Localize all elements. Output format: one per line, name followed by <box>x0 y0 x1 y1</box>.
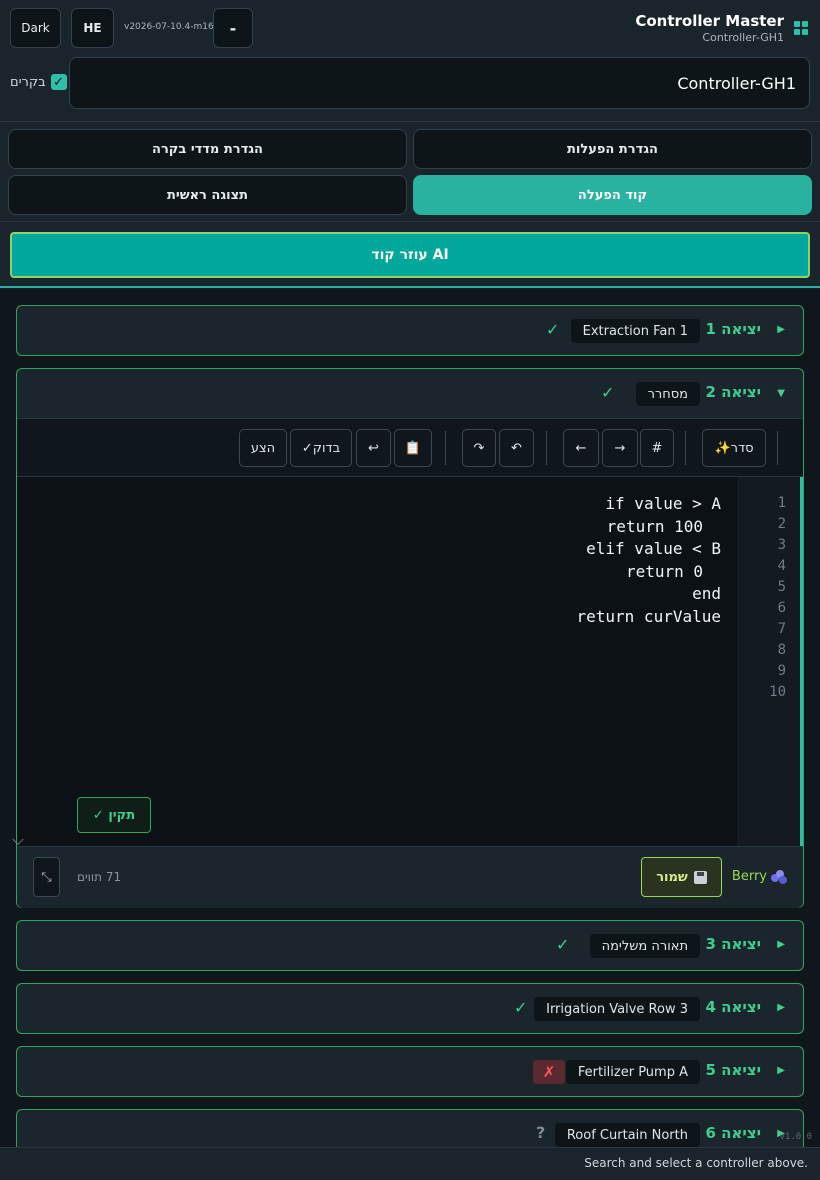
ai-section: עוזר קוד AI <box>0 222 820 288</box>
app-title: Controller Master <box>635 12 784 30</box>
version-tag: v1.0.0 <box>779 1132 812 1142</box>
ai-code-assistant-button[interactable]: עוזר קוד AI <box>10 232 810 278</box>
code-editor[interactable]: 1 2 3 4 5 6 7 8 9 10 if value > A return… <box>12 477 803 846</box>
code-line: if value > A <box>605 494 721 513</box>
output-name-badge: Fertilizer Pump A <box>565 1060 700 1084</box>
line-number: 2 <box>777 516 786 532</box>
status-bar: Search and select a controller above. <box>0 1147 820 1180</box>
language-label: Berry <box>731 869 767 884</box>
version-label: v2026-07-10.4-m16 <box>124 22 214 32</box>
outputs-list: ▶ יציאה 1 Extraction Fan 1 ✓ ▼ יציאה 2 מ… <box>0 290 820 1147</box>
editor-footer: Berry שמור 71 תווים ⤡ <box>17 846 803 908</box>
code-line: elif value < B <box>586 539 721 558</box>
title-block: Controller Master Controller-GH1 <box>635 12 784 44</box>
resize-handle-icon[interactable] <box>12 833 24 845</box>
line-number: 4 <box>777 558 786 574</box>
code-line: return 100 <box>606 517 703 536</box>
line-number-gutter: 1 2 3 4 5 6 7 8 9 10 <box>737 477 803 846</box>
outdent-button[interactable]: ← <box>563 429 599 467</box>
output-title: יציאה 4 <box>705 998 761 1016</box>
indent-button[interactable]: → <box>602 429 638 467</box>
tab-main-display[interactable]: תצוגה ראשית <box>8 175 407 215</box>
line-number: 3 <box>777 537 786 553</box>
redo-button[interactable]: ↷ <box>462 429 496 467</box>
code-valid-button[interactable]: ✓ תקין <box>77 797 151 833</box>
editor-toolbar: ✨סדר # → ← ↶ ↷ 📋 ↩ ✓בדוק הצע <box>17 418 803 477</box>
output-card-4[interactable]: ▶ יציאה 4 Irrigation Valve Row 3 ✓ <box>16 983 804 1034</box>
controller-search-input[interactable] <box>69 57 810 109</box>
collapsed-arrow-icon: ▶ <box>777 1065 785 1076</box>
app-header: Dark HE v2026-07-10.4-m16 - Controller M… <box>0 0 820 122</box>
tab-control-metrics[interactable]: הגדרת מדדי בקרה <box>8 129 407 169</box>
output-name-badge: מסחרר <box>635 382 700 406</box>
status-unknown-icon: ? <box>536 1123 546 1142</box>
char-count: 71 תווים <box>77 870 122 884</box>
output-header[interactable]: ▼ יציאה 2 מסחרר ✓ <box>17 369 803 418</box>
code-line: return curValue <box>576 607 722 626</box>
berry-icon <box>771 869 787 884</box>
output-header[interactable]: ▶ יציאה 3 תאורה משלימה ✓ <box>17 921 803 970</box>
output-title: יציאה 6 <box>705 1124 761 1142</box>
save-label: שמור <box>656 869 688 885</box>
collapsed-arrow-icon: ▶ <box>777 324 785 335</box>
output-card-2: ▼ יציאה 2 מסחרר ✓ ✨סדר # → ← ↶ ↷ 📋 ↩ ✓בד… <box>12 368 804 908</box>
output-header[interactable]: ▶ יציאה 4 Irrigation Valve Row 3 ✓ <box>17 984 803 1033</box>
app-subtitle: Controller-GH1 <box>702 31 784 44</box>
output-card-5[interactable]: ▶ יציאה 5 Fertilizer Pump A ✗ <box>16 1046 804 1097</box>
code-line: end <box>692 584 721 603</box>
main-nav: הגדרת הפעלות הגדרת מדדי בקרה קוד הפעלה ת… <box>0 122 820 222</box>
line-number: 6 <box>777 600 786 616</box>
line-number: 1 <box>777 495 786 511</box>
output-name-badge: Roof Curtain North <box>554 1123 700 1147</box>
code-line: return 0 <box>625 562 703 581</box>
status-ok-icon: ✓ <box>514 998 528 1017</box>
suggest-button[interactable]: הצע <box>239 429 287 467</box>
status-error-icon: ✗ <box>533 1060 565 1084</box>
check-button[interactable]: ✓בדוק <box>290 429 352 467</box>
tab-activation-code[interactable]: קוד הפעלה <box>413 175 812 215</box>
line-number: 8 <box>777 642 786 658</box>
controllers-checkbox[interactable]: ✓ <box>50 74 67 90</box>
status-ok-icon: ✓ <box>556 935 570 954</box>
line-number: 9 <box>777 663 786 679</box>
undo-button[interactable]: ↶ <box>499 429 534 467</box>
language-button[interactable]: HE <box>71 8 114 48</box>
collapsed-arrow-icon: ▶ <box>777 1002 785 1013</box>
output-card-3[interactable]: ▶ יציאה 3 תאורה משלימה ✓ <box>16 920 804 971</box>
line-number: 10 <box>769 684 786 700</box>
save-button[interactable]: שמור <box>641 857 722 897</box>
output-name-badge: Irrigation Valve Row 3 <box>534 997 700 1021</box>
comment-button[interactable]: # <box>640 429 674 467</box>
output-title: יציאה 1 <box>705 320 761 338</box>
output-card-6[interactable]: ▶ יציאה 6 Roof Curtain North ? <box>16 1109 804 1147</box>
wrap-button[interactable]: ↩ <box>356 429 391 467</box>
output-name-badge: תאורה משלימה <box>589 934 700 958</box>
minimize-button[interactable]: - <box>213 8 253 48</box>
line-number: 7 <box>777 621 786 637</box>
tab-activation-settings[interactable]: הגדרת הפעלות <box>413 129 812 169</box>
status-ok-icon: ✓ <box>546 320 560 339</box>
language-indicator: Berry <box>732 869 787 884</box>
theme-toggle-button[interactable]: Dark <box>10 8 61 48</box>
output-header[interactable]: ▶ יציאה 1 Extraction Fan 1 ✓ <box>17 306 803 355</box>
collapsed-arrow-icon: ▶ <box>777 939 785 950</box>
output-title: יציאה 5 <box>705 1061 761 1079</box>
expand-editor-button[interactable]: ⤡ <box>33 857 60 897</box>
paste-button[interactable]: 📋 <box>394 429 432 467</box>
controllers-checkbox-label: בקרים <box>10 74 46 90</box>
status-message: Search and select a controller above. <box>584 1156 808 1170</box>
output-name-badge: Extraction Fan 1 <box>570 319 700 343</box>
output-header[interactable]: ▶ יציאה 5 Fertilizer Pump A ✗ <box>17 1047 803 1096</box>
status-ok-icon: ✓ <box>601 383 615 402</box>
expanded-arrow-icon: ▼ <box>777 388 785 399</box>
output-card-1[interactable]: ▶ יציאה 1 Extraction Fan 1 ✓ <box>16 305 804 356</box>
format-button[interactable]: ✨סדר <box>702 429 766 467</box>
controllers-checkbox-group[interactable]: ✓ בקרים <box>10 74 67 90</box>
output-title: יציאה 2 <box>705 383 761 401</box>
floppy-disk-icon <box>693 870 707 884</box>
output-header[interactable]: ▶ יציאה 6 Roof Curtain North ? <box>17 1110 803 1147</box>
output-title: יציאה 3 <box>705 935 761 953</box>
grid-menu-icon[interactable] <box>794 21 808 35</box>
line-number: 5 <box>777 579 786 595</box>
